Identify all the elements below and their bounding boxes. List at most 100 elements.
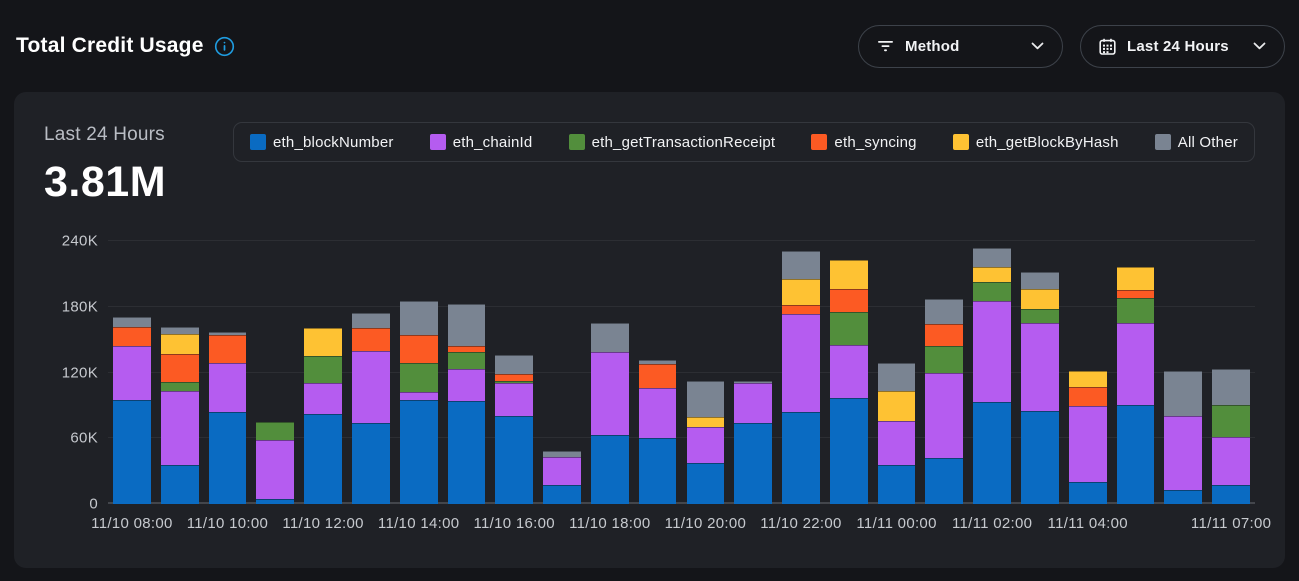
bar-segment[interactable]	[1069, 371, 1107, 386]
stacked-bar[interactable]	[1164, 241, 1202, 504]
bar-segment[interactable]	[830, 260, 868, 290]
time-range-dropdown[interactable]: Last 24 Hours	[1080, 25, 1285, 68]
bar-segment[interactable]	[448, 304, 486, 347]
bar-segment[interactable]	[830, 289, 868, 312]
bar-segment[interactable]	[687, 463, 725, 504]
bar-segment[interactable]	[591, 323, 629, 351]
bar-segment[interactable]	[734, 423, 772, 504]
bar-segment[interactable]	[161, 465, 199, 504]
stacked-bar[interactable]	[782, 241, 820, 504]
stacked-bar[interactable]	[161, 241, 199, 504]
bar-segment[interactable]	[304, 356, 342, 383]
legend-item[interactable]: eth_getBlockByHash	[953, 134, 1119, 151]
bar-segment[interactable]	[495, 416, 533, 504]
bar-segment[interactable]	[1117, 290, 1155, 298]
bar-segment[interactable]	[925, 458, 963, 504]
stacked-bar[interactable]	[304, 241, 342, 504]
bar-segment[interactable]	[782, 279, 820, 304]
bar-segment[interactable]	[1212, 437, 1250, 485]
bar-segment[interactable]	[209, 412, 247, 504]
bar-segment[interactable]	[448, 369, 486, 401]
bar-segment[interactable]	[400, 335, 438, 362]
bar-segment[interactable]	[352, 313, 390, 327]
bar-segment[interactable]	[113, 346, 151, 400]
bar-segment[interactable]	[495, 383, 533, 416]
bar-segment[interactable]	[543, 457, 581, 485]
bar-segment[interactable]	[925, 373, 963, 458]
bar-segment[interactable]	[1164, 490, 1202, 504]
bar-segment[interactable]	[830, 345, 868, 398]
bar-segment[interactable]	[878, 465, 916, 504]
bar-segment[interactable]	[734, 383, 772, 422]
bar-segment[interactable]	[782, 412, 820, 504]
bar-segment[interactable]	[400, 400, 438, 504]
bar-segment[interactable]	[973, 282, 1011, 302]
legend-item[interactable]: eth_syncing	[811, 134, 916, 151]
stacked-bar[interactable]	[495, 241, 533, 504]
stacked-bar[interactable]	[448, 241, 486, 504]
stacked-bar[interactable]	[591, 241, 629, 504]
bar-segment[interactable]	[161, 382, 199, 391]
bar-segment[interactable]	[973, 402, 1011, 504]
bar-segment[interactable]	[1164, 416, 1202, 489]
bar-segment[interactable]	[1117, 267, 1155, 290]
bar-segment[interactable]	[1021, 289, 1059, 309]
bar-segment[interactable]	[925, 299, 963, 324]
bar-segment[interactable]	[878, 391, 916, 421]
stacked-bar[interactable]	[830, 241, 868, 504]
stacked-bar[interactable]	[352, 241, 390, 504]
bar-segment[interactable]	[782, 251, 820, 279]
bar-segment[interactable]	[1212, 405, 1250, 437]
stacked-bar[interactable]	[113, 241, 151, 504]
stacked-bar[interactable]	[1212, 241, 1250, 504]
bar-segment[interactable]	[1021, 323, 1059, 411]
bar-segment[interactable]	[639, 364, 677, 388]
stacked-bar[interactable]	[543, 241, 581, 504]
bar-segment[interactable]	[1021, 309, 1059, 323]
info-icon[interactable]	[214, 36, 235, 57]
bar-segment[interactable]	[591, 435, 629, 504]
bar-segment[interactable]	[782, 314, 820, 412]
bar-segment[interactable]	[1069, 406, 1107, 482]
bar-segment[interactable]	[973, 301, 1011, 402]
stacked-bar[interactable]	[1069, 241, 1107, 504]
stacked-bar[interactable]	[925, 241, 963, 504]
bar-segment[interactable]	[400, 363, 438, 393]
stacked-bar[interactable]	[1021, 241, 1059, 504]
bar-segment[interactable]	[448, 352, 486, 370]
bar-segment[interactable]	[830, 398, 868, 504]
bar-segment[interactable]	[878, 363, 916, 391]
bar-segment[interactable]	[782, 305, 820, 315]
bar-segment[interactable]	[830, 312, 868, 345]
bar-segment[interactable]	[352, 328, 390, 351]
bar-segment[interactable]	[1164, 371, 1202, 416]
bar-segment[interactable]	[543, 485, 581, 504]
bar-segment[interactable]	[256, 440, 294, 498]
bar-segment[interactable]	[400, 392, 438, 400]
stacked-bar[interactable]	[209, 241, 247, 504]
bar-segment[interactable]	[1117, 298, 1155, 323]
bar-segment[interactable]	[973, 248, 1011, 268]
bar-segment[interactable]	[161, 334, 199, 354]
stacked-bar[interactable]	[687, 241, 725, 504]
legend-item[interactable]: eth_blockNumber	[250, 134, 394, 151]
legend-item[interactable]: eth_getTransactionReceipt	[569, 134, 776, 151]
bar-segment[interactable]	[1212, 485, 1250, 504]
bar-segment[interactable]	[304, 328, 342, 356]
bar-segment[interactable]	[973, 267, 1011, 281]
bar-segment[interactable]	[639, 388, 677, 438]
bar-segment[interactable]	[687, 381, 725, 417]
bar-segment[interactable]	[304, 414, 342, 504]
bar-segment[interactable]	[1021, 272, 1059, 290]
bar-segment[interactable]	[495, 374, 533, 382]
stacked-bar[interactable]	[973, 241, 1011, 504]
bar-segment[interactable]	[495, 355, 533, 374]
bar-segment[interactable]	[591, 352, 629, 435]
bar-segment[interactable]	[639, 438, 677, 504]
bar-segment[interactable]	[352, 351, 390, 423]
bar-segment[interactable]	[209, 335, 247, 362]
bar-segment[interactable]	[304, 383, 342, 414]
stacked-bar[interactable]	[400, 241, 438, 504]
bar-segment[interactable]	[209, 363, 247, 412]
legend-item[interactable]: All Other	[1155, 134, 1238, 151]
